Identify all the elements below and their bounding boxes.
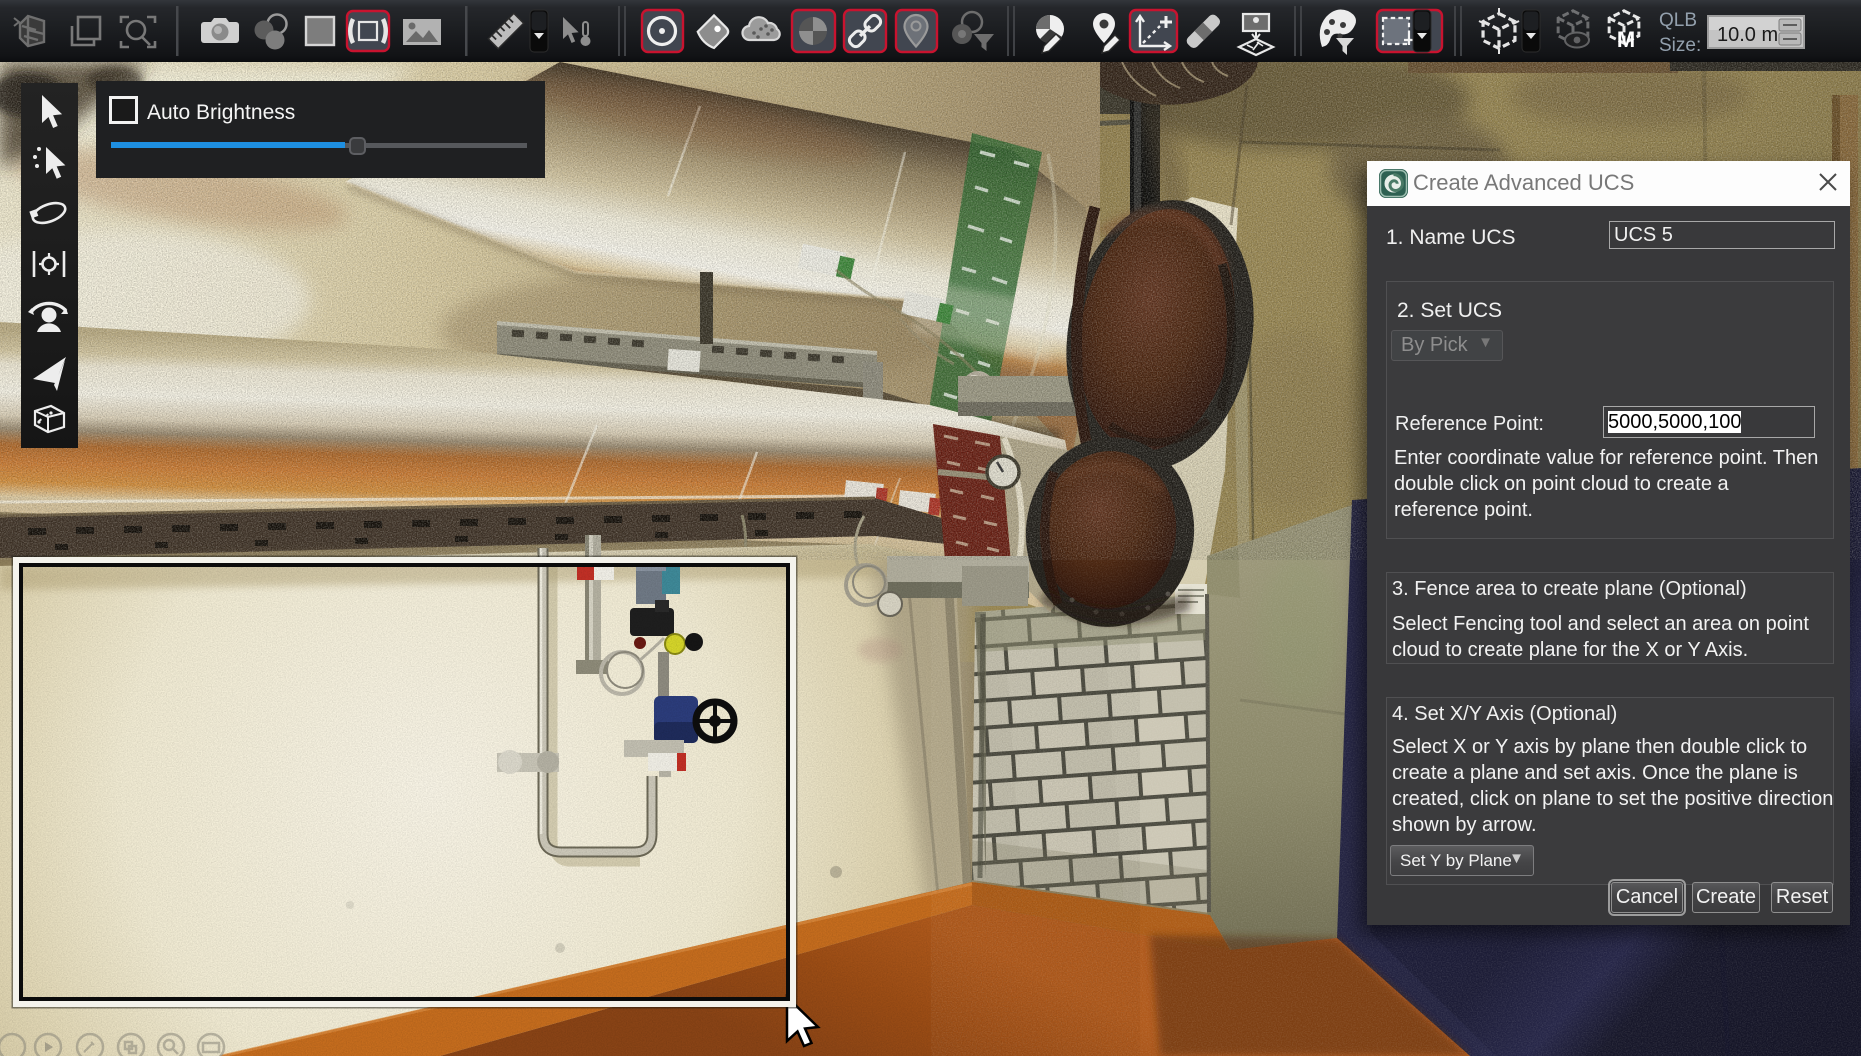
svg-text:Size:: Size: xyxy=(1659,35,1701,56)
svg-text:QLB: QLB xyxy=(1659,10,1697,31)
svg-text:M: M xyxy=(1617,27,1635,52)
svg-text:10.0 m: 10.0 m xyxy=(1717,24,1778,46)
